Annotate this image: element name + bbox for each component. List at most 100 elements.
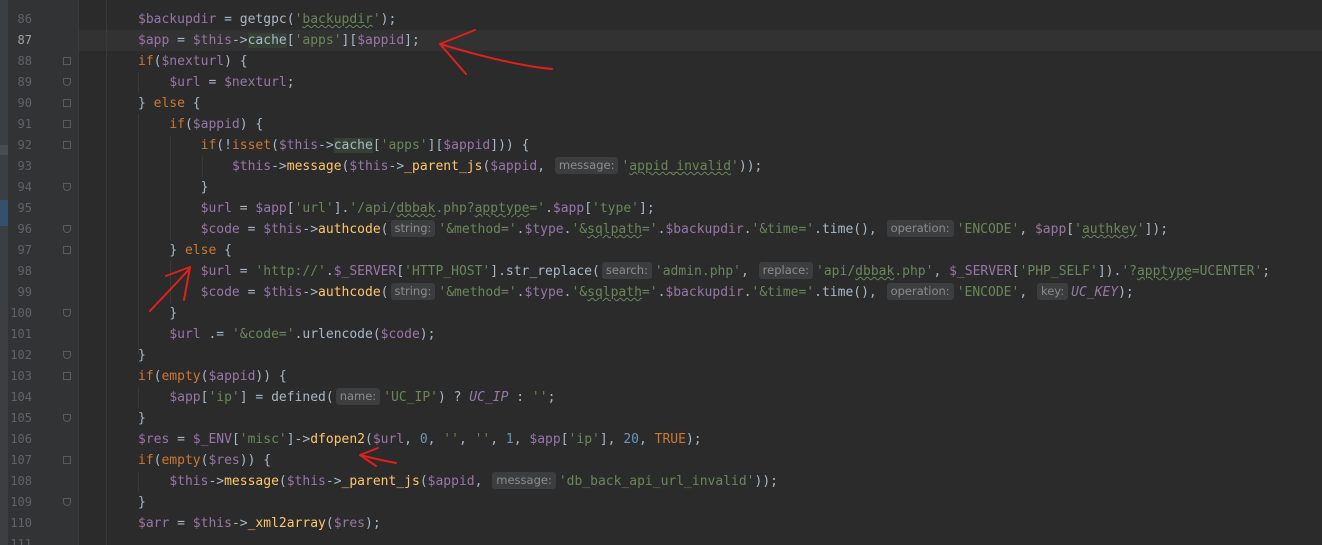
line-number: 108 — [10, 474, 32, 488]
code-token: authcode — [318, 222, 381, 237]
code-line[interactable]: 101 $url .= '&code='.urlencode($code); — [0, 324, 1322, 345]
code-token: , — [639, 432, 655, 447]
code-line[interactable]: 92 if(!isset($this->cache['apps'][$appid]… — [0, 135, 1322, 156]
code-line[interactable]: 108 $this->message($this->_parent_js($app… — [0, 471, 1322, 492]
fold-toggle-icon[interactable] — [63, 246, 71, 254]
fold-toggle-icon[interactable] — [63, 99, 71, 107]
code-text[interactable]: } — [138, 408, 146, 429]
code-text[interactable]: $arr = $this->_xml2array($res); — [138, 513, 381, 534]
code-text[interactable]: $this->message($this->_parent_js($appid,… — [232, 156, 762, 177]
line-number: 105 — [10, 411, 32, 425]
line-number: 111 — [10, 537, 32, 545]
code-line[interactable]: 88 if($nexturl) { — [0, 51, 1322, 72]
code-text[interactable]: $app['ip'] = defined(name: 'UC_IP') ? UC_… — [169, 387, 555, 408]
code-token: '&method=' — [438, 285, 517, 300]
code-text[interactable]: $url = $nexturl; — [169, 72, 294, 93]
code-token: ][ — [427, 138, 444, 153]
fold-toggle-icon[interactable] — [63, 372, 71, 380]
parameter-hint: name: — [335, 388, 381, 405]
code-line[interactable]: 89 $url = $nexturl; — [0, 72, 1322, 93]
code-token: $this — [349, 159, 389, 174]
code-token: '&code=' — [231, 327, 295, 342]
fold-toggle-icon[interactable] — [63, 120, 71, 128]
code-line[interactable]: 97} else { — [0, 240, 1322, 261]
code-text[interactable]: } else { — [138, 93, 201, 114]
code-token: '' — [443, 432, 459, 447]
code-text[interactable]: } — [169, 303, 177, 324]
line-number: 104 — [10, 390, 32, 404]
fold-toggle-icon[interactable] — [63, 57, 71, 65]
code-text[interactable]: $url = 'http://'.$_SERVER['HTTP_HOST'].s… — [201, 261, 1270, 282]
code-token: if — [138, 54, 154, 69]
fold-end-icon[interactable] — [63, 183, 71, 191]
code-text[interactable]: $res = $_ENV['misc']->dfopen2($url, 0, '… — [138, 429, 702, 450]
code-text[interactable]: if($nexturl) { — [138, 51, 248, 72]
code-text[interactable]: if($appid) { — [169, 114, 263, 135]
code-text[interactable]: } — [138, 492, 146, 513]
code-line[interactable]: 100} — [0, 303, 1322, 324]
code-token: -> — [271, 159, 287, 174]
code-line[interactable]: 93 $this->message($this->_parent_js($appi… — [0, 156, 1322, 177]
fold-end-icon[interactable] — [63, 225, 71, 233]
code-text[interactable]: $url .= '&code='.urlencode($code); — [169, 324, 435, 345]
code-line[interactable]: 102} — [0, 345, 1322, 366]
code-line[interactable]: 103 if(empty($appid)) { — [0, 366, 1322, 387]
line-number: 86 — [17, 12, 32, 26]
code-editor[interactable]: 86 $backupdir = getgpc('backupdir'); 87 $ap… — [0, 0, 1322, 545]
parameter-hint: message: — [492, 472, 556, 489]
code-text[interactable]: $this->message($this->_parent_js($appid,… — [169, 471, 778, 492]
parameter-hint: string: — [390, 220, 436, 237]
code-text[interactable]: } — [201, 177, 209, 198]
code-token: '&time=' — [751, 285, 815, 300]
code-text[interactable]: $backupdir = getgpc('backupdir'); — [138, 9, 396, 30]
fold-toggle-icon[interactable] — [63, 456, 71, 464]
code-token: 'admin.php' — [654, 264, 741, 279]
code-line[interactable]: 94} — [0, 177, 1322, 198]
fold-end-icon[interactable] — [63, 78, 71, 86]
fold-end-icon[interactable] — [63, 351, 71, 359]
code-line[interactable]: 105} — [0, 408, 1322, 429]
code-text[interactable]: } — [138, 345, 146, 366]
code-text[interactable]: if(empty($appid)) { — [138, 366, 287, 387]
code-text[interactable]: if(!isset($this->cache['apps'][$appid]))… — [201, 135, 529, 156]
code-line[interactable]: 87 $app = $this->cache['apps'][$appid]; — [0, 30, 1322, 51]
code-line[interactable]: 110 $arr = $this->_xml2array($res); — [0, 513, 1322, 534]
code-text[interactable]: $app = $this->cache['apps'][$appid]; — [138, 30, 420, 51]
code-line[interactable]: 98 $url = 'http://'.$_SERVER['HTTP_HOST']… — [0, 261, 1322, 282]
code-token: [ — [560, 432, 569, 447]
code-token: 'ip' — [568, 432, 600, 447]
code-line[interactable]: 86 $backupdir = getgpc('backupdir'); — [0, 9, 1322, 30]
code-token: '? — [1121, 264, 1137, 279]
code-token: $this — [192, 33, 232, 48]
code-line[interactable]: 91 if($appid) { — [0, 114, 1322, 135]
code-line[interactable]: 90} else { — [0, 93, 1322, 114]
code-line[interactable]: 99 $code = $this->authcode(string: '&metho… — [0, 282, 1322, 303]
code-token: } — [138, 411, 146, 426]
code-line[interactable]: 107 if(empty($res)) { — [0, 450, 1322, 471]
code-text[interactable]: $url = $app['url'].'/api/dbbak.php?appty… — [201, 198, 655, 219]
code-token: $appid — [192, 117, 240, 132]
fold-end-icon[interactable] — [63, 414, 71, 422]
code-line[interactable]: 111 — [0, 534, 1322, 545]
code-line[interactable]: 109} — [0, 492, 1322, 513]
code-line[interactable]: 104 $app['ip'] = defined(name: 'UC_IP') ? … — [0, 387, 1322, 408]
fold-end-icon[interactable] — [63, 309, 71, 317]
code-text[interactable]: if(empty($res)) { — [138, 450, 271, 471]
fold-end-icon[interactable] — [63, 498, 71, 506]
code-token: { — [184, 96, 201, 111]
code-token: ; — [547, 390, 556, 405]
code-text[interactable]: $code = $this->authcode(string: '&method=… — [201, 219, 1168, 240]
code-token: } — [169, 306, 178, 321]
code-token: $appid — [357, 33, 405, 48]
code-token: 'ip' — [208, 390, 240, 405]
code-text[interactable]: } else { — [169, 240, 232, 261]
line-number: 103 — [10, 369, 32, 383]
code-line[interactable]: 106 $res = $_ENV['misc']->dfopen2($url, 0… — [0, 429, 1322, 450]
code-line[interactable]: 95 $url = $app['url'].'/api/dbbak.php?app… — [0, 198, 1322, 219]
code-line[interactable]: 96 $code = $this->authcode(string: '&metho… — [0, 219, 1322, 240]
fold-toggle-icon[interactable] — [63, 141, 71, 149]
code-token: } — [138, 495, 146, 510]
code-text[interactable]: $code = $this->authcode(string: '&method=… — [201, 282, 1134, 303]
code-token: ][ — [341, 33, 358, 48]
code-token: [ — [372, 138, 381, 153]
